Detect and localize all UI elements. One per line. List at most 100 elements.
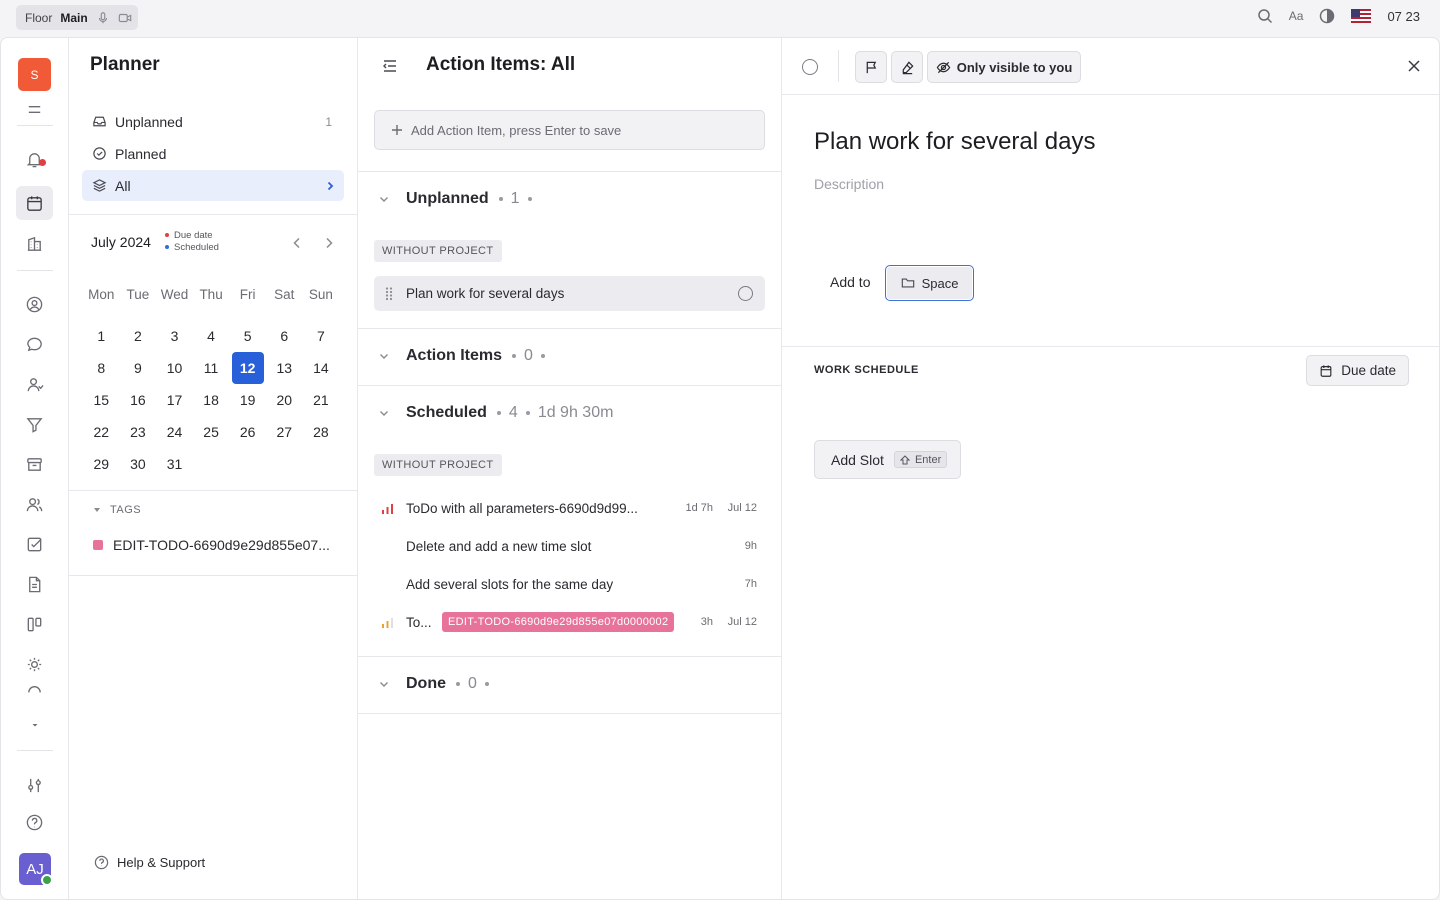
office-icon[interactable] <box>16 226 53 260</box>
calendar-day[interactable]: 4 <box>193 328 230 344</box>
sun-icon[interactable] <box>16 647 53 681</box>
due-date-button[interactable]: Due date <box>1306 355 1409 386</box>
add-action-item-input[interactable]: Add Action Item, press Enter to save <box>374 110 765 150</box>
task-title-heading[interactable]: Plan work for several days <box>814 128 1095 156</box>
calendar-day[interactable]: 28 <box>303 424 340 440</box>
calendar-day[interactable]: 23 <box>120 424 157 440</box>
add-slot-button[interactable]: Add Slot Enter <box>814 440 961 479</box>
workspace-switcher[interactable]: Floor Main <box>16 5 138 30</box>
calendar-day[interactable]: 19 <box>229 392 266 408</box>
calendar-day[interactable]: 27 <box>266 424 303 440</box>
calendar-day[interactable]: 11 <box>193 360 230 376</box>
calendar-day[interactable]: 5 <box>229 328 266 344</box>
task-tag-badge[interactable]: EDIT-TODO-6690d9e29d855e07d0000002 <box>442 612 675 632</box>
weekday-header: Mon Tue Wed Thu Fri Sat Sun <box>83 278 355 310</box>
calendar-day[interactable]: 10 <box>156 360 193 376</box>
calendar-day[interactable]: 8 <box>83 360 120 376</box>
calendar-day[interactable]: 9 <box>120 360 157 376</box>
complete-task-checkbox[interactable] <box>738 286 753 301</box>
calendar-day[interactable]: 3 <box>156 328 193 344</box>
us-flag-icon[interactable] <box>1351 9 1372 23</box>
help-icon <box>94 855 109 870</box>
task-row[interactable]: To... EDIT-TODO-6690d9e29d855e07d0000002… <box>374 607 765 637</box>
calendar-day[interactable]: 15 <box>83 392 120 408</box>
calendar-day[interactable]: 31 <box>156 456 193 472</box>
calendar-day[interactable]: 2 <box>120 328 157 344</box>
calendar-today[interactable]: 12 <box>231 352 264 384</box>
nav-rail: S AJ <box>1 38 69 899</box>
settings-sliders-icon[interactable] <box>16 768 53 802</box>
flag-button[interactable] <box>855 51 887 83</box>
calendar-day[interactable]: 16 <box>120 392 157 408</box>
calendar-day[interactable]: 29 <box>83 456 120 472</box>
calendar-day[interactable]: 26 <box>229 424 266 440</box>
planner-icon[interactable] <box>16 186 53 220</box>
calendar-day[interactable]: 20 <box>266 392 303 408</box>
calendar-day[interactable]: 13 <box>266 360 303 376</box>
group-header-unplanned[interactable]: Unplanned 1 <box>378 190 532 208</box>
complete-task-checkbox[interactable] <box>802 59 818 75</box>
task-duration: 3h <box>700 616 713 628</box>
sidebar-item-label: Unplanned <box>115 113 183 130</box>
video-icon[interactable] <box>118 11 132 25</box>
calendar-day[interactable]: 7 <box>303 328 340 344</box>
more-icon[interactable] <box>16 713 53 737</box>
task-row[interactable]: Delete and add a new time slot 9h <box>374 531 765 561</box>
chevron-left-icon[interactable] <box>289 235 305 251</box>
chat-icon[interactable] <box>16 327 53 361</box>
task-row[interactable]: Add several slots for the same day 7h <box>374 569 765 599</box>
chevron-right-icon[interactable] <box>321 235 337 251</box>
tasks-icon[interactable] <box>16 527 53 561</box>
calendar-day[interactable]: 22 <box>83 424 120 440</box>
tags-header[interactable]: TAGS <box>93 504 141 516</box>
description-field[interactable]: Description <box>814 176 884 192</box>
team-icon[interactable] <box>16 487 53 521</box>
task-row[interactable]: ToDo with all parameters-6690d9d99... 1d… <box>374 493 765 523</box>
calendar-day[interactable]: 17 <box>156 392 193 408</box>
group-header-action-items[interactable]: Action Items 0 <box>378 347 545 365</box>
search-icon[interactable] <box>1257 8 1273 24</box>
calendar-day[interactable]: 14 <box>303 360 340 376</box>
calendar-day[interactable]: 21 <box>303 392 340 408</box>
calendar-day[interactable]: 18 <box>193 392 230 408</box>
help-icon[interactable] <box>16 805 53 839</box>
visibility-label: Only visible to you <box>956 59 1073 75</box>
people-icon[interactable] <box>16 367 53 401</box>
task-row-selected[interactable]: Plan work for several days <box>374 276 765 311</box>
theme-contrast-icon[interactable] <box>1319 8 1335 24</box>
partial-icon[interactable] <box>16 684 53 696</box>
calendar-day[interactable]: 6 <box>266 328 303 344</box>
group-header-done[interactable]: Done 0 <box>378 675 489 693</box>
calendar-day[interactable]: 25 <box>193 424 230 440</box>
sidebar-item-unplanned[interactable]: Unplanned 1 <box>82 106 344 137</box>
edit-button[interactable] <box>891 51 923 83</box>
contacts-icon[interactable] <box>16 287 53 321</box>
notifications-icon[interactable] <box>16 142 53 176</box>
font-size-icon[interactable]: Aa <box>1289 9 1304 23</box>
drag-handle-icon[interactable] <box>384 286 394 301</box>
workspace-logo[interactable]: S <box>18 58 51 91</box>
close-icon[interactable] <box>1407 59 1421 73</box>
menu-icon[interactable] <box>16 92 53 126</box>
archive-icon[interactable] <box>16 447 53 481</box>
sidebar-item-all[interactable]: All <box>82 170 344 201</box>
sidebar-item-planned[interactable]: Planned <box>82 138 344 169</box>
documents-icon[interactable] <box>16 567 53 601</box>
group-header-scheduled[interactable]: Scheduled 4 1d 9h 30m <box>378 404 613 422</box>
calendar-month: July 2024 <box>91 234 151 250</box>
calendar-day[interactable]: 24 <box>156 424 193 440</box>
mic-icon[interactable] <box>96 11 110 25</box>
group-name: Action Items <box>406 347 503 364</box>
board-icon[interactable] <box>16 607 53 641</box>
collapse-sidebar-icon[interactable] <box>382 58 398 74</box>
divider <box>69 214 358 215</box>
space-selector-button[interactable]: Space <box>885 265 974 301</box>
calendar-day[interactable]: 1 <box>83 328 120 344</box>
calendar-day[interactable]: 12 <box>229 352 266 384</box>
calendar-day[interactable]: 30 <box>120 456 157 472</box>
tag-item[interactable]: EDIT-TODO-6690d9e29d855e07... <box>93 537 330 553</box>
priority-high-icon <box>382 503 393 514</box>
help-support-link[interactable]: Help & Support <box>94 855 205 870</box>
filter-icon[interactable] <box>16 407 53 441</box>
visibility-button[interactable]: Only visible to you <box>927 51 1081 83</box>
